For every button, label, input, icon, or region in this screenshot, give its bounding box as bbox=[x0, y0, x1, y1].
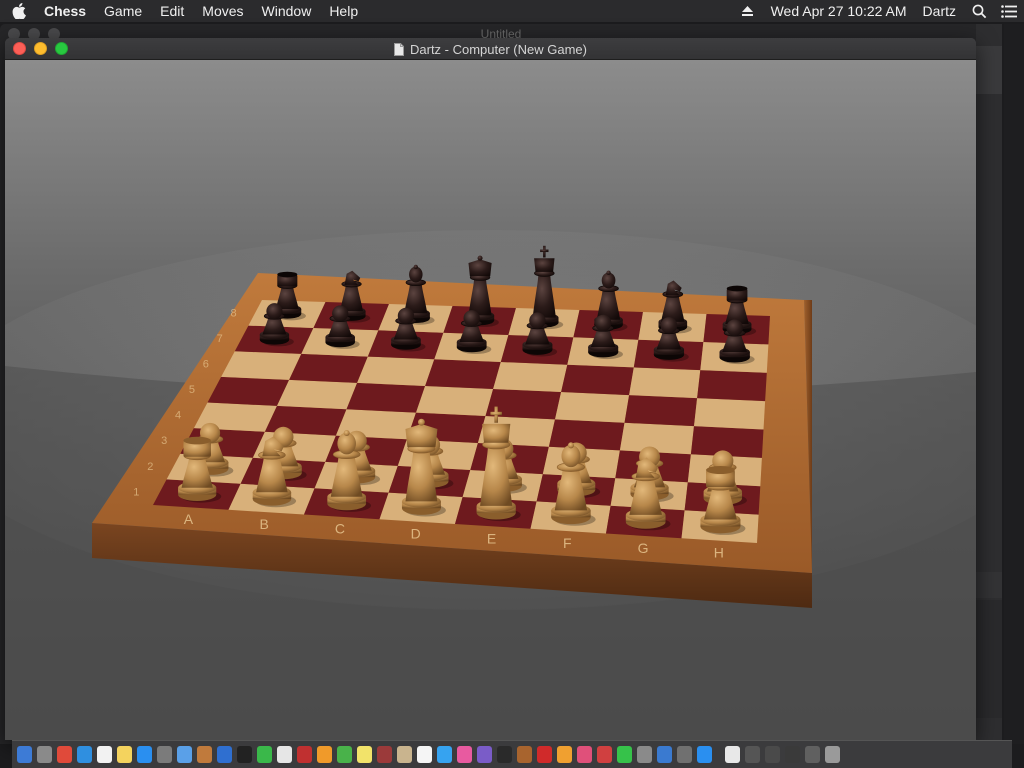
downloads-icon[interactable] bbox=[805, 746, 820, 763]
no-entry-icon[interactable] bbox=[537, 746, 552, 763]
photo-booth-icon[interactable] bbox=[297, 746, 312, 763]
file-label-g: G bbox=[638, 540, 649, 556]
chess-window[interactable]: Dartz - Computer (New Game) A B C D E F … bbox=[5, 38, 976, 740]
reminders-icon[interactable] bbox=[417, 746, 432, 763]
board-square-d6[interactable] bbox=[425, 359, 501, 389]
rank-label-7: 7 bbox=[217, 333, 223, 345]
background-window-sidebar bbox=[976, 24, 1002, 744]
rank-label-8: 8 bbox=[231, 307, 237, 319]
file-label-f: F bbox=[563, 535, 572, 551]
board-square-c5[interactable] bbox=[346, 382, 426, 413]
user-name[interactable]: Dartz bbox=[915, 0, 964, 22]
chess-window-titlebar[interactable]: Dartz - Computer (New Game) bbox=[5, 38, 976, 60]
board-square-b5[interactable] bbox=[277, 379, 358, 410]
board-square-f4[interactable] bbox=[548, 419, 625, 451]
trash-icon[interactable] bbox=[825, 746, 840, 763]
file-label-e: E bbox=[487, 530, 496, 546]
apple-menu-icon[interactable] bbox=[0, 0, 38, 22]
menu-app-name[interactable]: Chess bbox=[38, 0, 95, 22]
activity-monitor-icon[interactable] bbox=[497, 746, 512, 763]
chess-icon[interactable] bbox=[517, 746, 532, 763]
dock bbox=[12, 740, 1012, 768]
puzzle-icon[interactable] bbox=[597, 746, 612, 763]
safari-icon[interactable] bbox=[77, 746, 92, 763]
folder-icon[interactable] bbox=[765, 746, 780, 763]
board-square-e6[interactable] bbox=[493, 362, 568, 392]
launchpad-icon[interactable] bbox=[37, 746, 52, 763]
file-label-b: B bbox=[260, 516, 269, 532]
screen-edge bbox=[1004, 24, 1024, 744]
board-square-b6[interactable] bbox=[289, 353, 368, 383]
finder-icon[interactable] bbox=[17, 746, 32, 763]
facetime-2-icon[interactable] bbox=[617, 746, 632, 763]
rank-label-4: 4 bbox=[175, 410, 181, 422]
pages-icon[interactable] bbox=[317, 746, 332, 763]
notes-icon[interactable] bbox=[117, 746, 132, 763]
menu-moves[interactable]: Moves bbox=[193, 0, 252, 22]
home-icon[interactable] bbox=[557, 746, 572, 763]
iphoto-icon[interactable] bbox=[657, 746, 672, 763]
window-title: Dartz - Computer (New Game) bbox=[5, 38, 976, 60]
rank-label-6: 6 bbox=[203, 359, 209, 371]
contacts-icon[interactable] bbox=[397, 746, 412, 763]
board-square-a6[interactable] bbox=[221, 351, 302, 380]
board-square-a5[interactable] bbox=[207, 376, 290, 406]
rank-label-1: 1 bbox=[133, 486, 139, 498]
automator-icon[interactable] bbox=[637, 746, 652, 763]
menu-help[interactable]: Help bbox=[320, 0, 367, 22]
file-label-a: A bbox=[184, 511, 194, 527]
notification-center-icon[interactable] bbox=[994, 0, 1024, 22]
document-icon bbox=[394, 42, 404, 56]
board-square-h6[interactable] bbox=[697, 370, 767, 402]
photos-icon[interactable] bbox=[577, 746, 592, 763]
menu-bar: Chess Game Edit Moves Window Help Wed Ap… bbox=[0, 0, 1024, 22]
board-square-c6[interactable] bbox=[357, 356, 435, 386]
screen-icon[interactable] bbox=[785, 746, 800, 763]
messages-icon[interactable] bbox=[437, 746, 452, 763]
file-label-c: C bbox=[335, 521, 345, 537]
file-label-h: H bbox=[714, 545, 724, 561]
game-center-icon[interactable] bbox=[477, 746, 492, 763]
chess-board-3d[interactable]: A B C D E F G H 1 2 3 4 5 6 7 8 bbox=[5, 60, 976, 740]
books-icon[interactable] bbox=[197, 746, 212, 763]
game-scene[interactable]: A B C D E F G H 1 2 3 4 5 6 7 8 bbox=[5, 60, 976, 740]
terminal-icon[interactable] bbox=[237, 746, 252, 763]
spotlight-search-icon[interactable] bbox=[964, 0, 994, 22]
board-square-f6[interactable] bbox=[561, 364, 634, 396]
preview-icon[interactable] bbox=[177, 746, 192, 763]
app-store-2-icon[interactable] bbox=[697, 746, 712, 763]
window-icon[interactable] bbox=[745, 746, 760, 763]
menu-bar-status: Wed Apr 27 10:22 AM Dartz bbox=[733, 0, 1024, 22]
board-square-g6[interactable] bbox=[629, 367, 701, 399]
menu-edit[interactable]: Edit bbox=[151, 0, 193, 22]
board-square-f5[interactable] bbox=[555, 392, 630, 423]
rank-label-2: 2 bbox=[147, 461, 153, 473]
numbers-icon[interactable] bbox=[337, 746, 352, 763]
board-square-g4[interactable] bbox=[619, 422, 694, 455]
facetime-icon[interactable] bbox=[257, 746, 272, 763]
menu-game[interactable]: Game bbox=[95, 0, 151, 22]
board-square-d5[interactable] bbox=[416, 386, 494, 416]
stickies-icon[interactable] bbox=[357, 746, 372, 763]
board-square-h5[interactable] bbox=[694, 398, 766, 430]
itunes-icon[interactable] bbox=[457, 746, 472, 763]
calendar-icon[interactable] bbox=[97, 746, 112, 763]
board-square-g5[interactable] bbox=[624, 395, 698, 427]
rank-label-5: 5 bbox=[189, 384, 195, 396]
window-title-text: Dartz - Computer (New Game) bbox=[410, 41, 587, 57]
keynote-icon[interactable] bbox=[217, 746, 232, 763]
app-store-icon[interactable] bbox=[137, 746, 152, 763]
file-label-d: D bbox=[411, 525, 421, 541]
text-edit-icon[interactable] bbox=[277, 746, 292, 763]
eject-icon[interactable] bbox=[733, 0, 763, 22]
rank-label-3: 3 bbox=[161, 435, 167, 447]
clock[interactable]: Wed Apr 27 10:22 AM bbox=[763, 0, 915, 22]
dictionary-icon[interactable] bbox=[377, 746, 392, 763]
system-preferences-icon[interactable] bbox=[157, 746, 172, 763]
migration-icon[interactable] bbox=[677, 746, 692, 763]
menu-window[interactable]: Window bbox=[253, 0, 321, 22]
document-icon[interactable] bbox=[725, 746, 740, 763]
chrome-icon[interactable] bbox=[57, 746, 72, 763]
